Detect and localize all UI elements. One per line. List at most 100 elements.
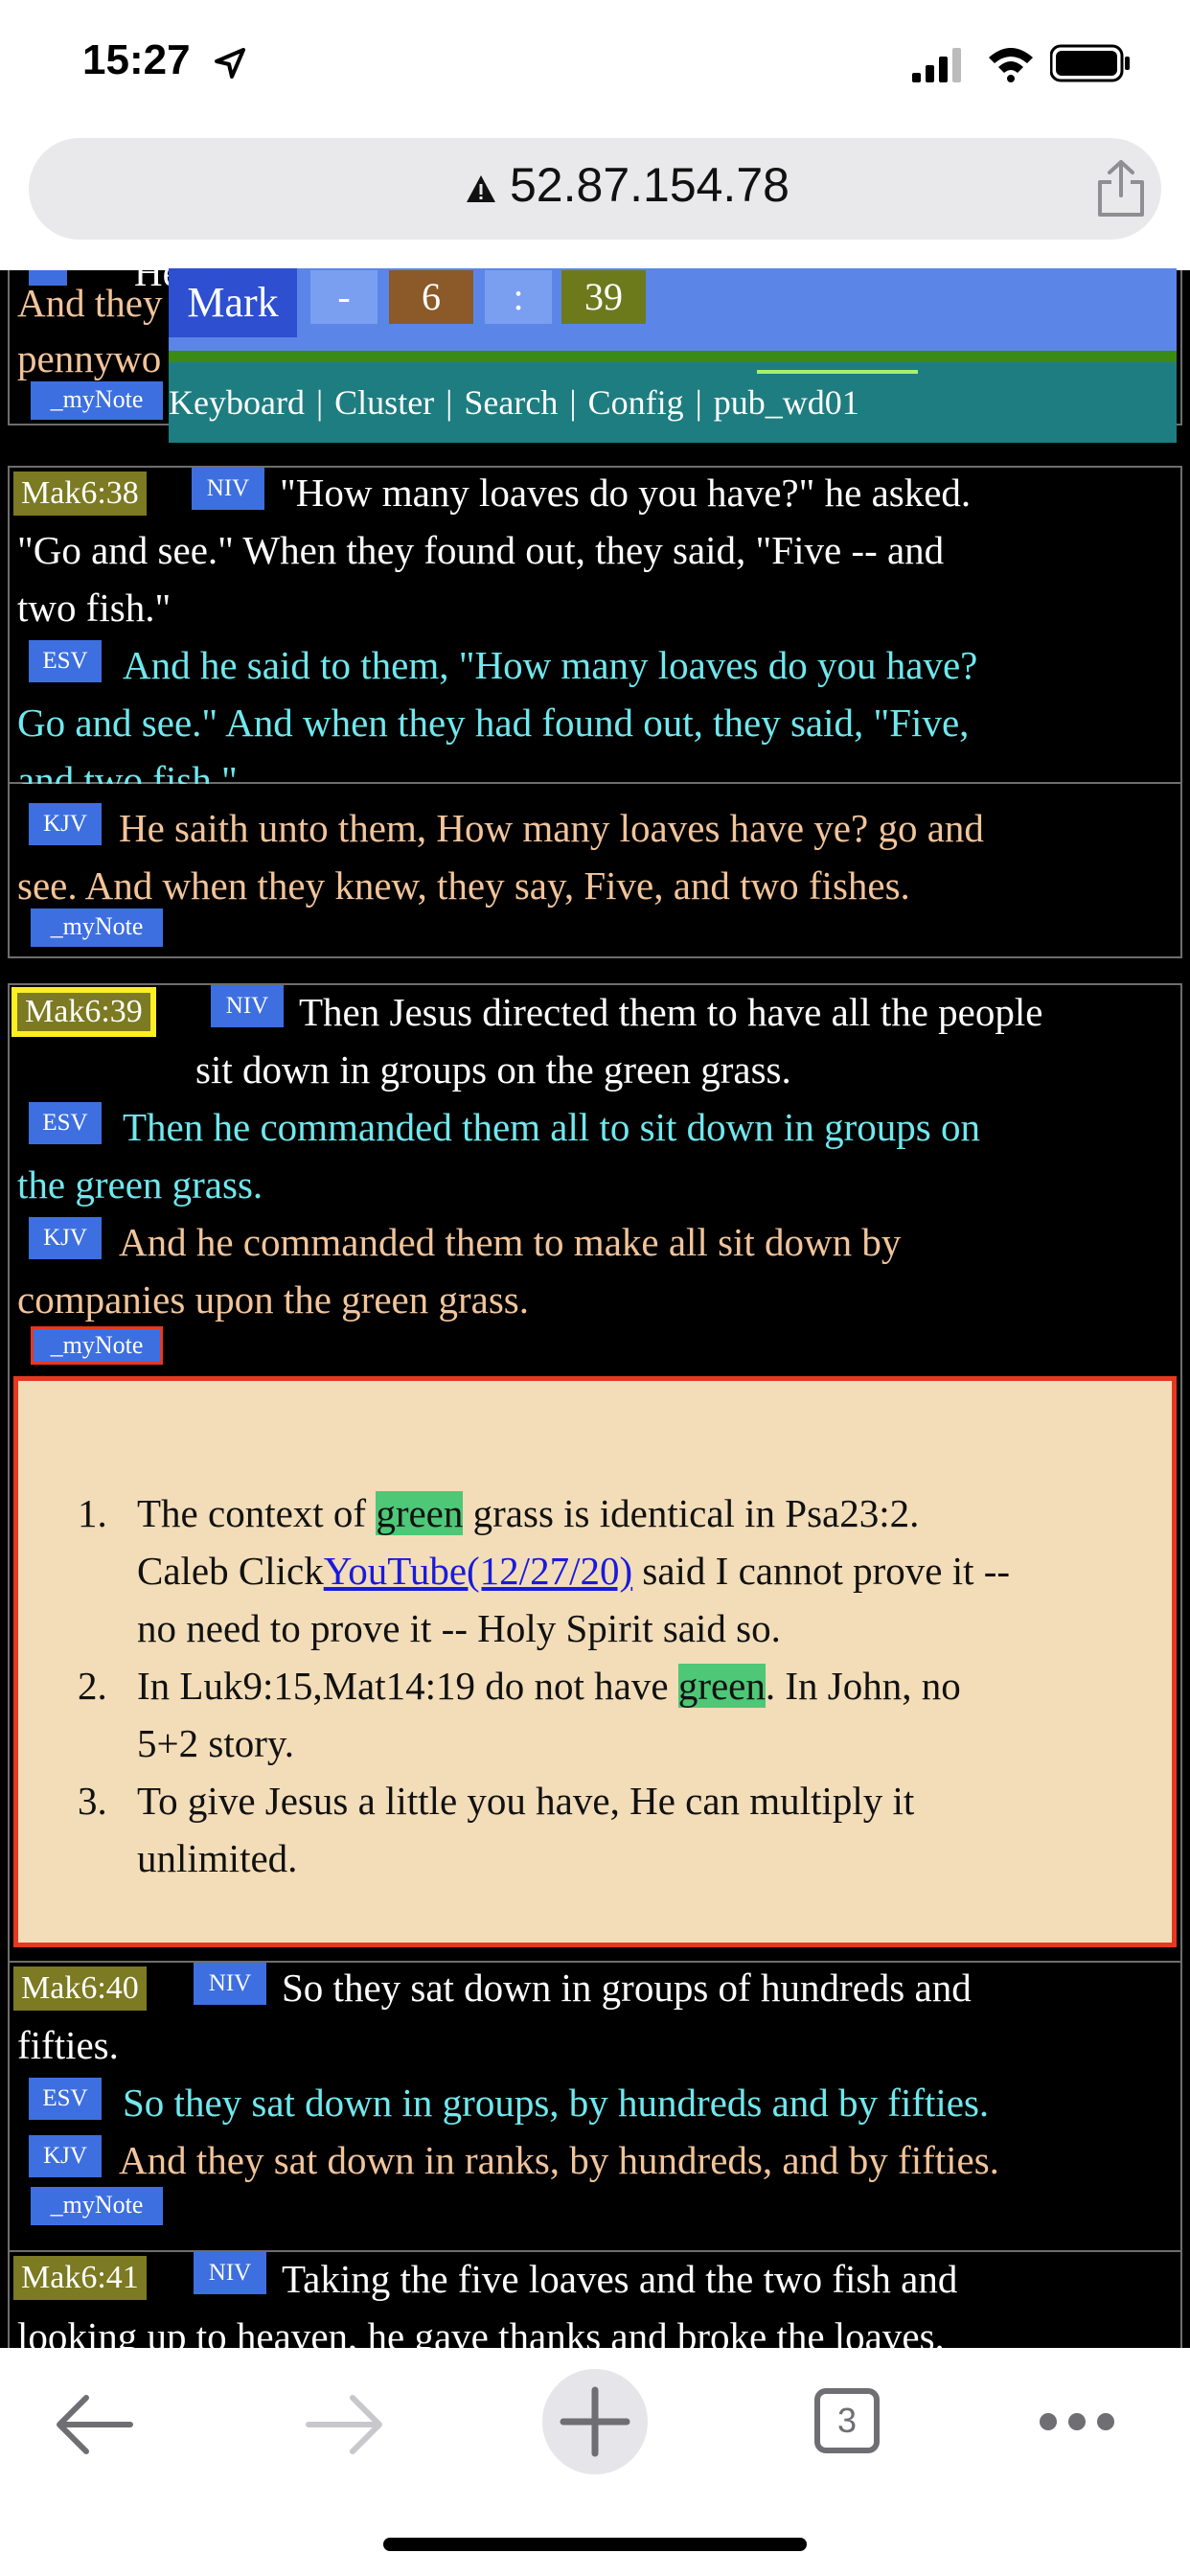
- note-line: no need to prove it -- Holy Spirit said …: [137, 1606, 781, 1650]
- menu-cluster[interactable]: Cluster: [334, 383, 434, 422]
- youtube-link[interactable]: YouTube(12/27/20): [324, 1549, 632, 1593]
- niv-tag[interactable]: NIV: [194, 2252, 266, 2294]
- verse-ref[interactable]: Mak6:40: [13, 1966, 147, 2011]
- kjv-text-line: And he commanded them to make all sit do…: [119, 1220, 902, 1264]
- note-panel: 1. The context of green grass is identic…: [13, 1376, 1177, 1947]
- nav-header: Mark - 6 : 39: [169, 268, 1177, 351]
- note-text: . In John, no: [765, 1664, 961, 1708]
- niv-text-line: "How many loaves do you have?" he asked.: [280, 471, 972, 515]
- niv-text-line: looking up to heaven, he gave thanks and…: [17, 2314, 945, 2348]
- note-text: Caleb Click: [137, 1549, 324, 1593]
- colon-separator: :: [485, 270, 552, 324]
- prev-chapter-button[interactable]: -: [310, 270, 378, 324]
- note-text: In Luk9:15,Mat14:19 do not have: [137, 1664, 678, 1708]
- back-arrow-icon[interactable]: [54, 2390, 134, 2459]
- new-tab-plus-icon[interactable]: [542, 2369, 648, 2474]
- esv-text-line: And he said to them, "How many loaves do…: [123, 643, 978, 687]
- niv-tag[interactable]: NIV: [211, 985, 284, 1027]
- highlight-green: green: [677, 1664, 766, 1708]
- location-arrow-icon: [215, 48, 245, 79]
- mynote-button[interactable]: _myNote: [31, 908, 163, 947]
- note-number: 3.: [78, 1779, 107, 1823]
- verse-block-kjv: KJV He saith unto them, How many loaves …: [8, 784, 1182, 958]
- warning-icon: [467, 175, 495, 202]
- active-indicator: [757, 370, 918, 374]
- note-line: In Luk9:15,Mat14:19 do not have green. I…: [137, 1657, 961, 1714]
- verse-selector[interactable]: 39: [561, 270, 646, 324]
- niv-text-line: fifties.: [17, 2023, 119, 2067]
- kjv-tag[interactable]: KJV: [29, 1217, 102, 1259]
- esv-text-line: Then he commanded them all to sit down i…: [123, 1105, 981, 1149]
- niv-text-line: Then Jesus directed them to have all the…: [299, 990, 1043, 1034]
- esv-tag[interactable]: ESV: [29, 2078, 102, 2120]
- partial-line-3: pennywo: [17, 336, 162, 380]
- note-text: The context of: [137, 1491, 377, 1535]
- note-number: 2.: [78, 1664, 107, 1708]
- menu-pub-wd01[interactable]: pub_wd01: [714, 383, 859, 422]
- nav-menu: Keyboard | Cluster | Search | Config | pub_wd01: [169, 376, 859, 429]
- esv-text-line: So they sat down in groups, by hundreds …: [123, 2081, 990, 2125]
- menu-separator: |: [569, 383, 577, 422]
- more-menu-icon[interactable]: [1039, 2407, 1115, 2436]
- highlight-green: green: [376, 1491, 464, 1535]
- nav-panel: Mark - 6 : 39 Keyboard | Cluster | Search | Co…: [169, 268, 1177, 443]
- kjv-text-line: see. And when they knew, they say, Five,…: [17, 863, 910, 908]
- niv-tag[interactable]: NIV: [194, 1963, 266, 2005]
- menu-search[interactable]: Search: [464, 383, 558, 422]
- mynote-button-active[interactable]: _myNote: [31, 1326, 163, 1365]
- esv-tag[interactable]: ESV: [29, 1102, 102, 1144]
- cellular-signal-icon: [912, 48, 961, 82]
- address-bar[interactable]: 52.87.154.78: [29, 138, 1161, 240]
- status-bar: 15:27: [0, 0, 1190, 129]
- esv-text-line: Go and see." And when they had found out…: [17, 701, 970, 745]
- note-line: Caleb ClickYouTube(12/27/20) said I cann…: [137, 1542, 1010, 1599]
- note-text: grass is identical in Psa23:2.: [463, 1491, 920, 1535]
- page-content: He And they pennywo _myNote Mak6:38 NIV …: [0, 270, 1190, 2348]
- menu-separator: |: [695, 383, 702, 422]
- mynote-button[interactable]: _myNote: [31, 381, 163, 420]
- verse-ref[interactable]: Mak6:41: [13, 2256, 147, 2300]
- kjv-text-line: And they sat down in ranks, by hundreds,…: [119, 2138, 999, 2182]
- menu-config[interactable]: Config: [588, 383, 684, 422]
- note-number: 1.: [78, 1491, 107, 1535]
- home-indicator: [383, 2538, 807, 2551]
- chapter-selector[interactable]: 6: [389, 270, 473, 324]
- url-text: 52.87.154.78: [510, 158, 790, 212]
- niv-text-line: "Go and see." When they found out, they …: [17, 528, 945, 572]
- note-line: unlimited.: [137, 1836, 298, 1880]
- nav-divider: [169, 351, 1177, 362]
- esv-tag[interactable]: ESV: [29, 640, 102, 682]
- forward-arrow-icon[interactable]: [305, 2390, 385, 2459]
- kjv-tag[interactable]: KJV: [29, 2135, 102, 2177]
- verse-ref[interactable]: Mak6:38: [13, 472, 147, 516]
- wifi-icon: [989, 48, 1033, 82]
- book-selector[interactable]: Mark: [169, 268, 297, 337]
- verse-block: Mak6:38 NIV "How many loaves do you have…: [8, 466, 1182, 802]
- partial-line-2: And they: [17, 281, 163, 325]
- kjv-text-line: companies upon the green grass.: [17, 1277, 529, 1322]
- menu-separator: |: [315, 383, 324, 422]
- battery-icon: [1050, 44, 1130, 82]
- status-time: 15:27: [82, 36, 191, 83]
- kjv-text-line: He saith unto them, How many loaves have…: [119, 806, 984, 850]
- note-text: said I cannot prove it --: [632, 1549, 1011, 1593]
- esv-text-line: the green grass.: [17, 1162, 263, 1207]
- mynote-button[interactable]: _myNote: [31, 2187, 163, 2225]
- tab-count-button[interactable]: 3: [814, 2388, 880, 2453]
- niv-text-line: Taking the five loaves and the two fish …: [282, 2257, 958, 2301]
- tab-count: 3: [836, 2401, 858, 2440]
- verse-block: Mak6:40 NIV So they sat down in groups o…: [8, 1961, 1182, 2256]
- niv-text-line: sit down in groups on the green grass.: [195, 1047, 791, 1092]
- menu-keyboard[interactable]: Keyboard: [169, 383, 305, 422]
- share-icon[interactable]: [1094, 159, 1148, 218]
- note-line: 5+2 story.: [137, 1721, 294, 1765]
- verse-ref-selected[interactable]: Mak6:39: [11, 987, 156, 1037]
- niv-tag[interactable]: NIV: [192, 468, 264, 510]
- niv-text-line: So they sat down in groups of hundreds a…: [282, 1966, 972, 2010]
- niv-text-line: two fish.": [17, 586, 172, 630]
- note-line: The context of green grass is identical …: [137, 1484, 919, 1542]
- note-line: To give Jesus a little you have, He can …: [137, 1779, 915, 1823]
- verse-block: Mak6:41 NIV Taking the five loaves and t…: [8, 2250, 1182, 2348]
- kjv-tag[interactable]: KJV: [29, 803, 102, 845]
- menu-separator: |: [446, 383, 453, 422]
